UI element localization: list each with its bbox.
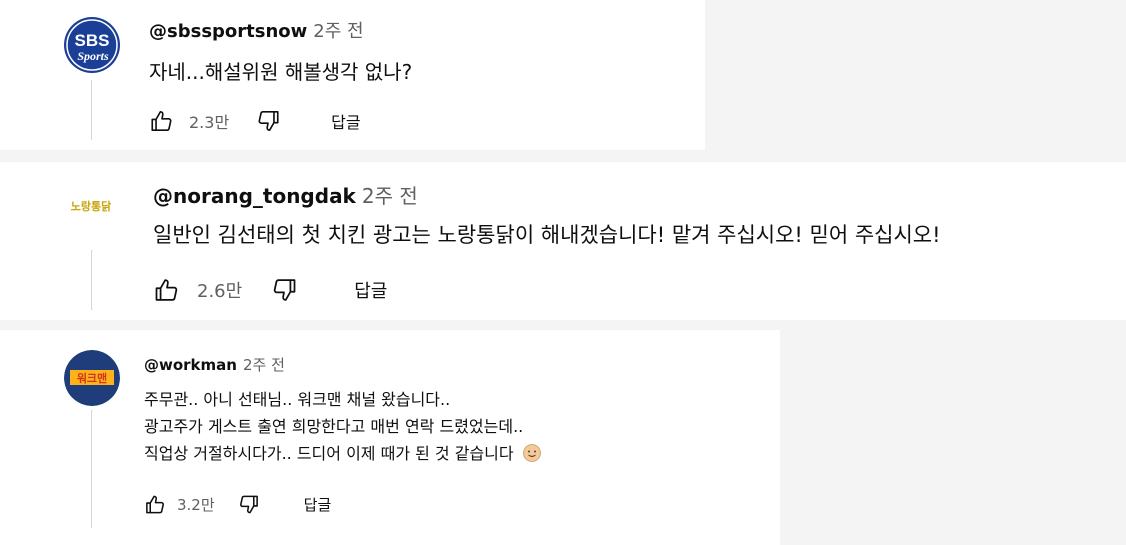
like-count: 3.2만 [177, 495, 215, 514]
comment-author-line: @norang_tongdak 2주 전 [153, 180, 418, 209]
comment-text: 자네...해설위원 해볼생각 없나? [149, 58, 412, 86]
thread-line [91, 250, 92, 310]
comment-text: 주무관.. 아니 선태님.. 워크맨 채널 왔습니다.. 광고주가 게스트 출연… [144, 386, 542, 467]
background-strip [780, 330, 1126, 545]
comment-author-line: @sbssportsnow 2주 전 [149, 17, 364, 43]
comment-actions: 2.6만 답글 [153, 276, 387, 304]
thumbs-up-icon [146, 495, 164, 513]
background-strip [0, 320, 1126, 330]
comment-line: 직업상 거절하시다가.. 드디어 이제 때가 된 것 같습니다 [144, 440, 542, 467]
comment-card: SBS Sports @sbssportsnow 2주 전 자네...해설위원 해… [0, 0, 705, 150]
author-handle[interactable]: @sbssportsnow [149, 21, 307, 42]
svg-text:SBS: SBS [75, 31, 110, 50]
reply-button[interactable]: 답글 [331, 109, 360, 133]
thumbs-up-icon [155, 279, 178, 301]
dislike-button[interactable] [255, 108, 281, 134]
comment-line: 주무관.. 아니 선태님.. 워크맨 채널 왔습니다.. [144, 390, 451, 409]
author-handle[interactable]: @workman [144, 356, 237, 374]
svg-text:Sports: Sports [77, 49, 109, 63]
thread-line [91, 80, 92, 140]
norang-tongdak-logo-icon[interactable]: 노랑통닭 [64, 178, 118, 232]
dislike-button[interactable] [237, 493, 260, 516]
comment-timestamp[interactable]: 2주 전 [362, 184, 418, 208]
workman-logo-icon[interactable]: 워크맨 [64, 350, 120, 406]
comment-text: 일반인 김선태의 첫 치킨 광고는 노랑통닭이 해내겠습니다! 맡겨 주십시오!… [153, 220, 941, 250]
svg-text:노랑통닭: 노랑통닭 [71, 200, 111, 213]
comment-actions: 3.2만 답글 [144, 492, 331, 516]
author-handle[interactable]: @norang_tongdak [153, 184, 356, 208]
thread-line [91, 410, 92, 528]
like-count: 2.3만 [189, 113, 230, 132]
thumbs-down-icon [258, 110, 279, 132]
reply-button[interactable]: 답글 [304, 494, 332, 515]
thumbs-down-icon [239, 495, 258, 513]
comment-timestamp[interactable]: 2주 전 [243, 356, 285, 374]
comment-line-text: 직업상 거절하시다가.. 드디어 이제 때가 된 것 같습니다 [144, 444, 514, 463]
comment-line: 광고주가 게스트 출연 희망한다고 매번 연락 드렸었는데.. [144, 417, 524, 436]
dislike-button[interactable] [270, 276, 298, 304]
comment-actions: 2.3만 답글 [149, 108, 361, 134]
comment-card: 노랑통닭 @norang_tongdak 2주 전 일반인 김선태의 첫 치킨 광… [0, 162, 1126, 320]
background-strip [0, 150, 705, 162]
background-strip [705, 0, 1126, 162]
svg-text:워크맨: 워크맨 [77, 371, 107, 385]
like-button[interactable] [153, 276, 181, 304]
sbs-sports-logo-icon[interactable]: SBS Sports [63, 16, 121, 74]
like-count: 2.6만 [197, 281, 243, 302]
like-button[interactable] [149, 108, 175, 134]
reply-button[interactable]: 답글 [354, 277, 387, 303]
comment-line: 자네...해설위원 해볼생각 없나? [149, 60, 413, 84]
comment-author-line: @workman 2주 전 [144, 354, 285, 375]
smiling-face-emoji-icon [522, 444, 541, 462]
comment-card: 워크맨 @workman 2주 전 주무관.. 아니 선태님.. 워크맨 채널 왔… [0, 330, 780, 545]
thumbs-down-icon [273, 279, 296, 301]
thumbs-up-icon [151, 110, 172, 132]
comment-timestamp[interactable]: 2주 전 [313, 21, 363, 42]
like-button[interactable] [144, 493, 167, 516]
comment-line: 일반인 김선태의 첫 치킨 광고는 노랑통닭이 해내겠습니다! 맡겨 주십시오!… [153, 223, 941, 247]
